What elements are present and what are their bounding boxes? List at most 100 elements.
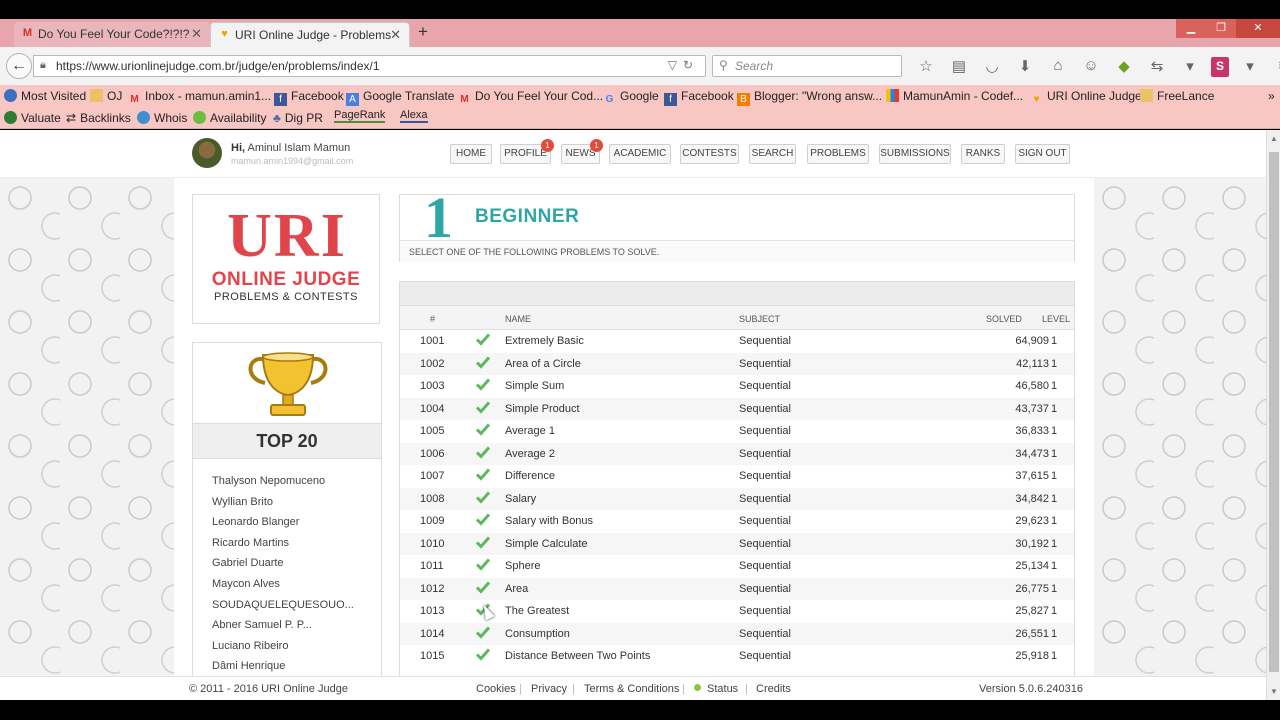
problem-id[interactable]: 1007	[420, 470, 444, 482]
problem-id[interactable]: 1008	[420, 493, 444, 505]
star-icon[interactable]: ☆	[914, 57, 938, 77]
problem-id[interactable]: 1011	[420, 560, 444, 572]
seo-valuate[interactable]: Valuate	[4, 111, 61, 125]
table-row[interactable]: 1003 Simple Sum Sequential 46,580 1	[400, 375, 1074, 398]
col-solved-header[interactable]: SOLVED	[986, 314, 1022, 324]
pocket-icon[interactable]: ◡	[980, 57, 1004, 77]
problem-name-link[interactable]: The Greatest	[505, 605, 569, 617]
url-bar[interactable]: 🔒︎ https://www.urionlinejudge.com.br/jud…	[33, 55, 706, 77]
seo-pagerank[interactable]: PageRank	[334, 109, 386, 123]
minimize-icon[interactable]: ▁	[1176, 19, 1206, 38]
problem-name-link[interactable]: Area	[505, 583, 528, 595]
bookmark-oj[interactable]: OJ	[90, 89, 122, 103]
chevron-down-icon[interactable]: ▾	[1178, 57, 1202, 77]
restore-icon[interactable]: ❐	[1206, 19, 1236, 38]
table-row[interactable]: 1005 Average 1 Sequential 36,833 1	[400, 420, 1074, 443]
top20-user[interactable]: Luciano Ribeiro	[212, 636, 354, 657]
chevron-down-icon[interactable]: ▾	[1238, 57, 1262, 77]
problem-name-link[interactable]: Average 2	[505, 448, 555, 460]
footer-link-status[interactable]: Status	[694, 683, 738, 695]
footer-link-terms[interactable]: Terms & Conditions	[584, 683, 679, 695]
bookmark-blogger[interactable]: B Blogger: "Wrong answ...	[737, 89, 882, 106]
table-row[interactable]: 1009 Salary with Bonus Sequential 29,623 1	[400, 510, 1074, 533]
top20-user[interactable]: SOUDAQUELEQUESOUO...	[212, 595, 354, 616]
problem-id[interactable]: 1004	[420, 403, 444, 415]
problem-id[interactable]: 1013	[420, 605, 444, 617]
problem-id[interactable]: 1001	[420, 335, 444, 347]
bookmark-google[interactable]: G Google	[603, 89, 659, 106]
close-tab-icon[interactable]: ✕	[191, 26, 202, 42]
table-row[interactable]: 1002 Area of a Circle Sequential 42,113 1	[400, 352, 1074, 375]
top20-user[interactable]: Leonardo Blanger	[212, 512, 354, 533]
problem-name-link[interactable]: Sphere	[505, 560, 540, 572]
problem-id[interactable]: 1010	[420, 538, 444, 550]
nav-home-button[interactable]: HOME	[450, 144, 492, 164]
problem-name-link[interactable]: Average 1	[505, 425, 555, 437]
problem-name-link[interactable]: Distance Between Two Points	[505, 650, 650, 662]
footer-link-cookies[interactable]: Cookies	[476, 683, 516, 695]
close-tab-icon[interactable]: ✕	[390, 27, 401, 43]
problem-id[interactable]: 1015	[420, 650, 444, 662]
nav-contests-button[interactable]: CONTESTS	[680, 144, 739, 164]
footer-link-privacy[interactable]: Privacy	[531, 683, 567, 695]
problem-name-link[interactable]: Simple Calculate	[505, 538, 588, 550]
problem-id[interactable]: 1003	[420, 380, 444, 392]
footer-link-credits[interactable]: Credits	[756, 683, 791, 695]
uri-logo-box[interactable]: URI ONLINE JUDGE PROBLEMS & CONTESTS	[192, 194, 380, 324]
reading-list-icon[interactable]: ▤	[947, 57, 971, 77]
top20-user[interactable]: Maycon Alves	[212, 574, 354, 595]
top20-user[interactable]: Dâmi Henrique	[212, 656, 354, 676]
table-row[interactable]: 1014 Consumption Sequential 26,551 1	[400, 622, 1074, 645]
seo-alexa[interactable]: Alexa	[400, 109, 428, 123]
top20-user[interactable]: Gabriel Duarte	[212, 553, 354, 574]
bookmark-do-you-feel[interactable]: M Do You Feel Your Cod...	[458, 89, 603, 106]
search-input[interactable]: ⚲ Search	[712, 55, 902, 77]
reload-icon[interactable]: ↻	[683, 58, 699, 72]
seo-backlinks[interactable]: ⇄ Backlinks	[66, 111, 131, 125]
bookmark-facebook-2[interactable]: f Facebook	[664, 89, 734, 106]
table-row[interactable]: 1008 Salary Sequential 34,842 1	[400, 487, 1074, 510]
bookmark-freelance[interactable]: FreeLance	[1140, 89, 1214, 103]
scroll-down-icon[interactable]: ▼	[1270, 687, 1278, 696]
bookmark-facebook[interactable]: f Facebook	[274, 89, 344, 106]
table-row[interactable]: 1011 Sphere Sequential 25,134 1	[400, 555, 1074, 578]
back-arrow-icon[interactable]: ←	[6, 53, 32, 79]
table-row[interactable]: 1001 Extremely Basic Sequential 64,909 1	[400, 330, 1074, 353]
col-level-header[interactable]: LEVEL	[1042, 314, 1070, 324]
problem-name-link[interactable]: Difference	[505, 470, 555, 482]
problem-id[interactable]: 1002	[420, 358, 444, 370]
problem-id[interactable]: 1014	[420, 628, 444, 640]
menu-icon[interactable]: ≡	[1271, 57, 1280, 77]
table-row[interactable]: 1007 Difference Sequential 37,615 1	[400, 465, 1074, 488]
table-row[interactable]: 1010 Simple Calculate Sequential 30,192 1	[400, 532, 1074, 555]
problem-name-link[interactable]: Salary with Bonus	[505, 515, 593, 527]
tab-gmail[interactable]: M Do You Feel Your Code?!?!? ✕	[14, 22, 210, 47]
table-row[interactable]: 1012 Area Sequential 26,775 1	[400, 577, 1074, 600]
bookmark-most-visited[interactable]: Most Visited	[4, 89, 86, 103]
new-tab-icon[interactable]: +	[418, 22, 428, 42]
top20-user[interactable]: Ricardo Martins	[212, 533, 354, 554]
smiley-icon[interactable]: ☺	[1079, 57, 1103, 77]
close-window-icon[interactable]: ✕	[1236, 19, 1280, 38]
bookmark-uri[interactable]: ♥ URI Online Judge	[1030, 89, 1142, 106]
top20-user[interactable]: Abner Samuel P. P...	[212, 615, 354, 636]
sync-icon[interactable]: ⇆	[1145, 57, 1169, 77]
seo-dig-pr[interactable]: ♣ Dig PR	[273, 111, 323, 125]
seo-availability[interactable]: Availability	[193, 111, 266, 125]
scroll-thumb[interactable]	[1269, 152, 1279, 672]
table-row[interactable]: 1013 The Greatest Sequential 25,827 1	[400, 600, 1074, 623]
nav-sign-out-button[interactable]: SIGN OUT	[1015, 144, 1070, 164]
nav-profile-button[interactable]: PROFILE 1	[500, 139, 554, 164]
table-row[interactable]: 1004 Simple Product Sequential 43,737 1	[400, 397, 1074, 420]
avatar[interactable]	[192, 138, 222, 168]
scrollbar[interactable]: ▲ ▼	[1266, 130, 1280, 700]
problem-id[interactable]: 1012	[420, 583, 444, 595]
col-subject-header[interactable]: SUBJECT	[739, 314, 780, 324]
nav-problems-button[interactable]: PROBLEMS	[807, 144, 869, 164]
problem-name-link[interactable]: Area of a Circle	[505, 358, 581, 370]
bookmark-codeforces[interactable]: MamunAmin - Codef...	[886, 89, 1023, 103]
home-icon[interactable]: ⌂	[1046, 57, 1070, 77]
download-icon[interactable]: ⬇	[1013, 57, 1037, 77]
seo-whois[interactable]: Whois	[137, 111, 187, 125]
scroll-up-icon[interactable]: ▲	[1270, 134, 1278, 143]
